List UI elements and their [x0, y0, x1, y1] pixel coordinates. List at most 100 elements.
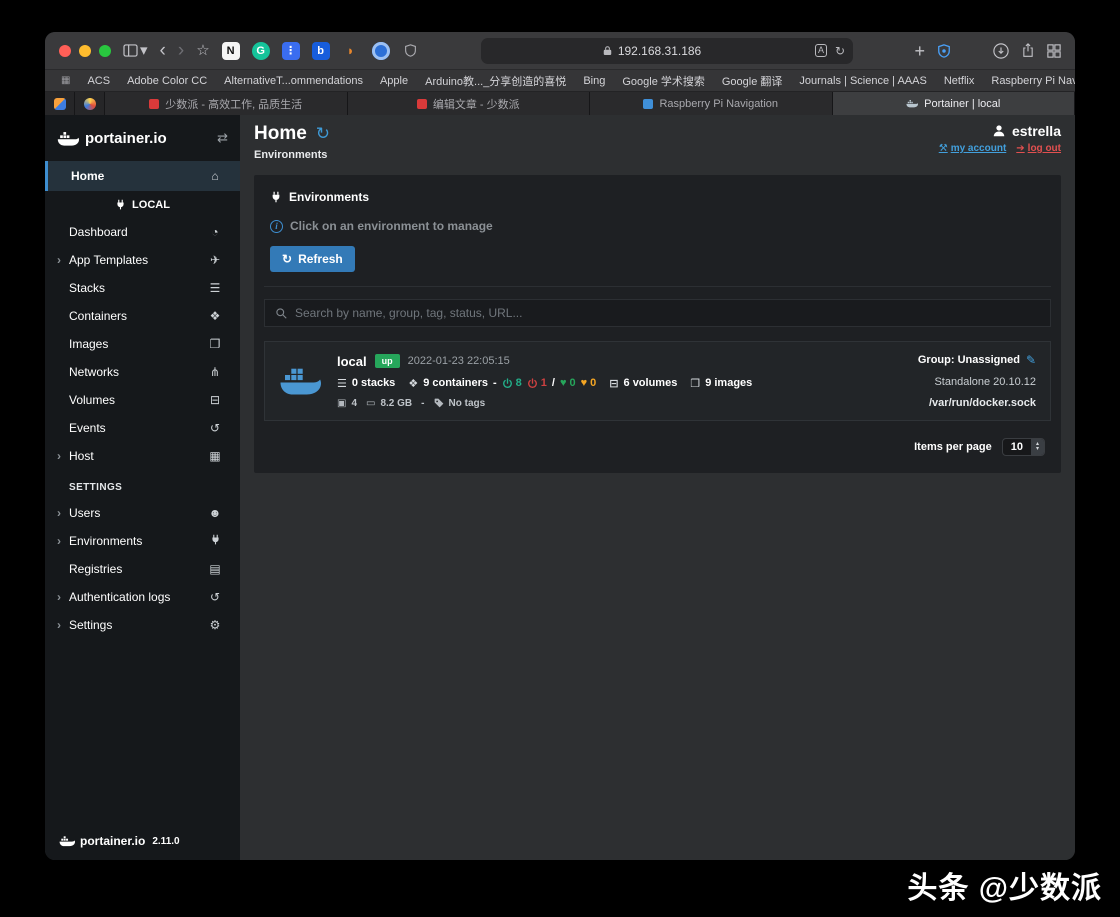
minimize-window-button[interactable]: [79, 45, 91, 57]
rss-extension-icon[interactable]: ◗: [342, 42, 360, 60]
wrench-icon: ⚒: [939, 143, 948, 154]
share-icon[interactable]: [1021, 43, 1035, 58]
collapse-sidebar-icon[interactable]: ⇄: [217, 130, 228, 146]
bookmark-item[interactable]: Google 翻译: [722, 73, 783, 89]
environments-panel: Environments i Click on an environment t…: [254, 175, 1061, 473]
my-account-link[interactable]: ⚒ my account: [939, 143, 1007, 154]
bitwarden-extension-icon[interactable]: b: [312, 42, 330, 60]
sidebar-item-host[interactable]: › Host ▦: [45, 442, 240, 470]
portainer-logo-icon: [57, 130, 79, 147]
users-icon: ☻: [206, 506, 224, 520]
back-button[interactable]: ‹: [160, 41, 166, 60]
tab-overview-icon[interactable]: [1047, 44, 1061, 58]
plug-icon: [115, 199, 126, 210]
edit-group-icon[interactable]: ✎: [1026, 353, 1036, 367]
plug-icon: [270, 191, 282, 203]
sidebar-item-home[interactable]: Home ⌂: [45, 161, 240, 191]
stopped-count: 1: [527, 377, 547, 389]
refresh-page-icon[interactable]: ↻: [316, 124, 330, 144]
extension-icon[interactable]: ⋮: [282, 42, 300, 60]
sidebar-item-settings[interactable]: › Settings ⚙: [45, 611, 240, 639]
pagination: Items per page 10 ▴ ▾: [264, 421, 1051, 473]
bookmark-item[interactable]: Netflix: [944, 75, 975, 87]
sidebar-item-volumes[interactable]: Volumes ⊟: [45, 386, 240, 414]
sidebar-item-containers[interactable]: Containers ❖: [45, 302, 240, 330]
info-icon: i: [270, 220, 283, 233]
database-icon: ▤: [206, 562, 224, 576]
bookmark-item[interactable]: Bing: [583, 75, 605, 87]
breadcrumb[interactable]: Environments: [254, 149, 330, 161]
page-size-select[interactable]: 10 ▴ ▾: [1002, 438, 1045, 456]
stat-volumes: ⊟ 6 volumes: [609, 377, 677, 390]
tab-sspai-home[interactable]: 少数派 - 高效工作, 品质生活: [105, 92, 348, 115]
stat-containers: ❖ 9 containers - 8 1: [408, 377, 596, 390]
downloads-icon[interactable]: [993, 43, 1009, 59]
close-window-button[interactable]: [59, 45, 71, 57]
tab-portainer[interactable]: Portainer | local: [833, 92, 1076, 115]
bookmark-item[interactable]: ACS: [87, 75, 110, 87]
bookmark-item[interactable]: Journals | Science | AAAS: [799, 75, 926, 87]
main-content: Home ↻ Environments estrella ⚒: [240, 115, 1075, 860]
sidebar-item-events[interactable]: Events ↺: [45, 414, 240, 442]
environment-name: local: [337, 354, 367, 369]
engine-label: Standalone 20.10.12: [934, 376, 1036, 388]
sidebar-toggle-icon[interactable]: ▾: [123, 43, 148, 58]
tab-sspai-editor[interactable]: 编辑文章 - 少数派: [348, 92, 591, 115]
sidebar-section-local: LOCAL: [45, 191, 240, 218]
address-bar[interactable]: 192.168.31.186 A ↻: [481, 38, 853, 64]
shield-extension-icon[interactable]: [402, 42, 420, 60]
pinned-tab[interactable]: [45, 92, 75, 115]
bookmarks-grid-icon[interactable]: ▦: [61, 75, 70, 86]
reload-icon[interactable]: ↻: [835, 44, 845, 58]
extension-ring-icon[interactable]: [372, 42, 390, 60]
sidebar-footer: portainer.io 2.11.0: [45, 822, 240, 860]
bookmark-item[interactable]: Arduino教..._分享创造的喜悦: [425, 73, 566, 89]
sidebar-item-dashboard[interactable]: Dashboard ◔: [45, 218, 240, 246]
refresh-icon: ↻: [282, 252, 292, 266]
sidebar-item-networks[interactable]: Networks ⋔: [45, 358, 240, 386]
environment-item-local[interactable]: local up 2022-01-23 22:05:15 ☰ 0 stacks …: [264, 341, 1051, 421]
bookmark-item[interactable]: AlternativeT...ommendations: [224, 75, 363, 87]
bookmark-star-icon[interactable]: ☆: [196, 43, 209, 58]
logout-arrow-icon: ➔: [1016, 143, 1024, 154]
browser-toolbar: ▾ ‹ › ☆ N G ⋮ b ◗ 192.168.31.186 A ↻: [45, 32, 1075, 70]
tab-raspberry-pi[interactable]: Raspberry Pi Navigation: [590, 92, 833, 115]
bookmark-item[interactable]: Apple: [380, 75, 408, 87]
zoom-window-button[interactable]: [99, 45, 111, 57]
user-menu[interactable]: estrella: [992, 123, 1061, 139]
heart-icon: ♥: [581, 377, 588, 389]
bookmarks-bar: ▦ ACS Adobe Color CC AlternativeT...omme…: [45, 70, 1075, 92]
healthy-count: ♥ 0: [560, 377, 576, 389]
privacy-shield-icon[interactable]: [937, 44, 951, 58]
refresh-button[interactable]: ↻ Refresh: [270, 246, 355, 272]
bookmark-item[interactable]: Adobe Color CC: [127, 75, 207, 87]
new-tab-button[interactable]: +: [914, 42, 925, 60]
sidebar-item-app-templates[interactable]: › App Templates ✈: [45, 246, 240, 274]
bookmark-item[interactable]: Raspberry Pi Navigation: [991, 75, 1075, 87]
sidebar-item-users[interactable]: › Users ☻: [45, 499, 240, 527]
sidebar-item-stacks[interactable]: Stacks ☰: [45, 274, 240, 302]
panel-title: Environments: [264, 183, 1051, 215]
notion-extension-icon[interactable]: N: [222, 42, 240, 60]
log-out-link[interactable]: ➔ log out: [1016, 143, 1061, 154]
username: estrella: [1012, 123, 1061, 139]
divider: [264, 286, 1051, 287]
pinned-tab-favicon: [84, 98, 96, 110]
containers-icon: ❖: [408, 377, 418, 390]
socket-url: /var/run/docker.sock: [929, 397, 1036, 409]
search-icon: [275, 307, 287, 319]
forward-button[interactable]: ›: [178, 41, 184, 60]
search-input[interactable]: [295, 306, 1040, 320]
translate-icon[interactable]: A: [815, 44, 827, 57]
sidebar-item-environments[interactable]: › Environments: [45, 527, 240, 555]
pinned-tab[interactable]: [75, 92, 105, 115]
sidebar-item-authentication-logs[interactable]: › Authentication logs ↺: [45, 583, 240, 611]
sidebar-item-images[interactable]: Images ❐: [45, 330, 240, 358]
grammarly-extension-icon[interactable]: G: [252, 42, 270, 60]
portainer-favicon: [906, 99, 918, 108]
raspberry-pi-favicon: [643, 99, 653, 109]
portainer-logo-text: portainer.io: [85, 130, 167, 147]
stacks-icon: ☰: [337, 377, 347, 390]
bookmark-item[interactable]: Google 学术搜索: [622, 73, 705, 89]
sidebar-item-registries[interactable]: Registries ▤: [45, 555, 240, 583]
